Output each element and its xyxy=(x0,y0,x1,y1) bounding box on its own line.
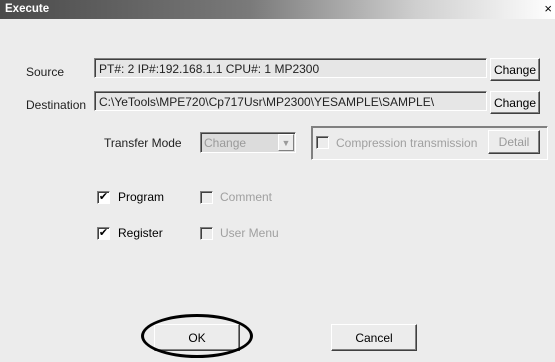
user-menu-checkbox[interactable] xyxy=(200,227,213,240)
destination-field: C:\YeTools\MPE720\Cp717Usr\MP2300\YESAMP… xyxy=(94,91,487,111)
window-title: Execute xyxy=(5,3,50,15)
user-menu-label: User Menu xyxy=(220,226,279,240)
destination-change-button[interactable]: Change xyxy=(490,91,540,114)
cancel-button[interactable]: Cancel xyxy=(331,324,417,351)
source-field: PT#: 2 IP#:192.168.1.1 CPU#: 1 MP2300 xyxy=(94,58,487,78)
highlight-circle xyxy=(141,314,253,358)
comment-label: Comment xyxy=(220,190,273,204)
execute-dialog: Execute × Source PT#: 2 IP#:192.168.1.1 … xyxy=(0,0,555,362)
dialog-content: Source PT#: 2 IP#:192.168.1.1 CPU#: 1 MP… xyxy=(8,24,555,362)
register-label: Register xyxy=(118,226,163,240)
checkmark-icon: ✔ xyxy=(98,227,109,239)
program-label: Program xyxy=(118,190,165,204)
transfer-mode-select[interactable]: Change ▼ xyxy=(200,132,296,153)
source-change-button[interactable]: Change xyxy=(490,58,540,81)
compression-group: Compression transmission Detail xyxy=(311,126,548,160)
chevron-down-icon[interactable]: ▼ xyxy=(278,134,294,151)
program-checkbox[interactable]: ✔ xyxy=(97,191,110,204)
close-icon[interactable]: × xyxy=(544,1,552,16)
source-label: Source xyxy=(26,65,65,79)
detail-button[interactable]: Detail xyxy=(488,130,540,154)
comment-checkbox[interactable] xyxy=(200,191,213,204)
title-bar[interactable]: Execute × xyxy=(0,0,555,19)
compression-label: Compression transmission xyxy=(336,136,478,150)
compression-checkbox[interactable] xyxy=(316,136,329,149)
destination-label: Destination xyxy=(26,98,87,112)
transfer-mode-value: Change xyxy=(204,136,247,150)
transfer-mode-label: Transfer Mode xyxy=(104,136,182,150)
checkmark-icon: ✔ xyxy=(98,191,109,203)
register-checkbox[interactable]: ✔ xyxy=(97,227,110,240)
